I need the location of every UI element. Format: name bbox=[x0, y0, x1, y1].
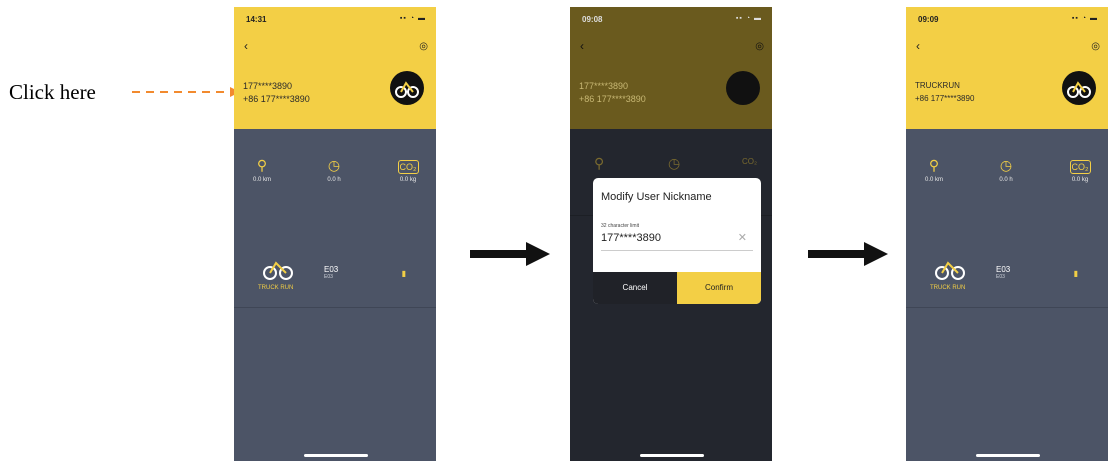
back-icon[interactable]: ‹ bbox=[916, 39, 920, 53]
home-indicator bbox=[640, 454, 704, 457]
trash-icon[interactable]: ▮ bbox=[402, 269, 406, 278]
co2-icon: CO₂ bbox=[397, 160, 419, 174]
home-indicator bbox=[304, 454, 368, 457]
clock-icon: ◷ bbox=[999, 157, 1013, 173]
phone-screen-3: 09:09 ▪▪ ◔ ▬ ‹ ◎ TRUCKRUN +86 177****389… bbox=[906, 7, 1108, 461]
co2-stat: CO₂ 0.0 kg bbox=[1069, 160, 1091, 183]
profile-header bbox=[570, 7, 772, 129]
cancel-button[interactable]: Cancel bbox=[593, 272, 677, 304]
svg-text:TRUCK RUN: TRUCK RUN bbox=[930, 285, 965, 291]
clock-icon: ◷ bbox=[327, 157, 341, 173]
avatar[interactable] bbox=[1062, 71, 1096, 105]
user-nickname[interactable]: 177****3890 bbox=[243, 81, 292, 91]
clock-icon: ◷ bbox=[668, 155, 681, 171]
profile-header bbox=[234, 7, 436, 129]
char-limit-hint: 32 character limit bbox=[601, 223, 640, 229]
home-indicator bbox=[976, 454, 1040, 457]
user-nickname[interactable]: TRUCKRUN bbox=[915, 81, 960, 90]
bike-icon bbox=[395, 81, 419, 98]
gear-icon[interactable]: ◎ bbox=[1091, 41, 1100, 52]
gear-icon: ◎ bbox=[755, 41, 764, 52]
route-icon: ⚲ bbox=[928, 157, 940, 173]
status-icons: ▪▪ ◔ ▬ bbox=[1071, 15, 1098, 22]
svg-text:TRUCK RUN: TRUCK RUN bbox=[258, 285, 293, 291]
confirm-button[interactable]: Confirm bbox=[677, 272, 761, 304]
phone-screen-2: 09:08 ▪▪ ◔ ▬ ‹ ◎ 177****3890 +86 177****… bbox=[570, 7, 772, 461]
status-time: 14:31 bbox=[246, 15, 267, 24]
route-icon: ⚲ bbox=[594, 155, 605, 171]
nickname-dialog: Modify User Nickname 32 character limit … bbox=[593, 178, 761, 304]
back-icon: ‹ bbox=[580, 39, 584, 53]
status-icons: ▪▪ ◔ ▬ bbox=[399, 15, 426, 22]
device-info: E03 E03 bbox=[324, 265, 339, 280]
user-phone: +86 177****3890 bbox=[579, 94, 646, 104]
profile-header bbox=[906, 7, 1108, 129]
user-phone: +86 177****3890 bbox=[243, 94, 310, 104]
time-stat: ◷ 0.0 h bbox=[327, 157, 341, 183]
back-icon[interactable]: ‹ bbox=[244, 39, 248, 53]
co2-icon: CO₂ bbox=[1069, 160, 1091, 174]
dialog-title: Modify User Nickname bbox=[601, 191, 712, 203]
distance-stat: ⚲ 0.0 km bbox=[252, 157, 271, 183]
device-info: E03 E03 bbox=[996, 265, 1011, 280]
status-time: 09:09 bbox=[918, 15, 939, 24]
co2-stat: CO₂ 0.0 kg bbox=[397, 160, 419, 183]
gear-icon[interactable]: ◎ bbox=[419, 41, 428, 52]
distance-stat: ⚲ 0.0 km bbox=[924, 157, 943, 183]
time-stat: ◷ 0.0 h bbox=[999, 157, 1013, 183]
route-icon: ⚲ bbox=[256, 157, 268, 173]
avatar bbox=[726, 71, 760, 105]
annotation-label: Click here bbox=[9, 80, 96, 104]
truckrun-logo: TRUCK RUN bbox=[258, 257, 308, 296]
avatar[interactable] bbox=[390, 71, 424, 105]
clear-icon[interactable]: ✕ bbox=[738, 231, 747, 244]
flow-arrow-2 bbox=[808, 242, 888, 266]
co2-icon: CO₂ bbox=[742, 157, 758, 166]
user-phone: +86 177****3890 bbox=[915, 94, 975, 103]
status-time: 09:08 bbox=[582, 15, 603, 24]
flow-arrow-1 bbox=[470, 242, 550, 266]
nickname-input[interactable]: 177****3890 bbox=[601, 232, 661, 244]
user-nickname: 177****3890 bbox=[579, 81, 629, 91]
status-icons: ▪▪ ◔ ▬ bbox=[735, 15, 762, 22]
annotation-arrow bbox=[132, 87, 240, 97]
input-underline bbox=[601, 250, 753, 251]
trash-icon[interactable]: ▮ bbox=[1074, 269, 1078, 278]
phone-screen-1: 14:31 ▪▪ ◔ ▬ ‹ ◎ 177****3890 +86 177****… bbox=[234, 7, 436, 461]
bike-icon bbox=[1067, 81, 1091, 98]
truckrun-logo: TRUCK RUN bbox=[930, 257, 980, 296]
